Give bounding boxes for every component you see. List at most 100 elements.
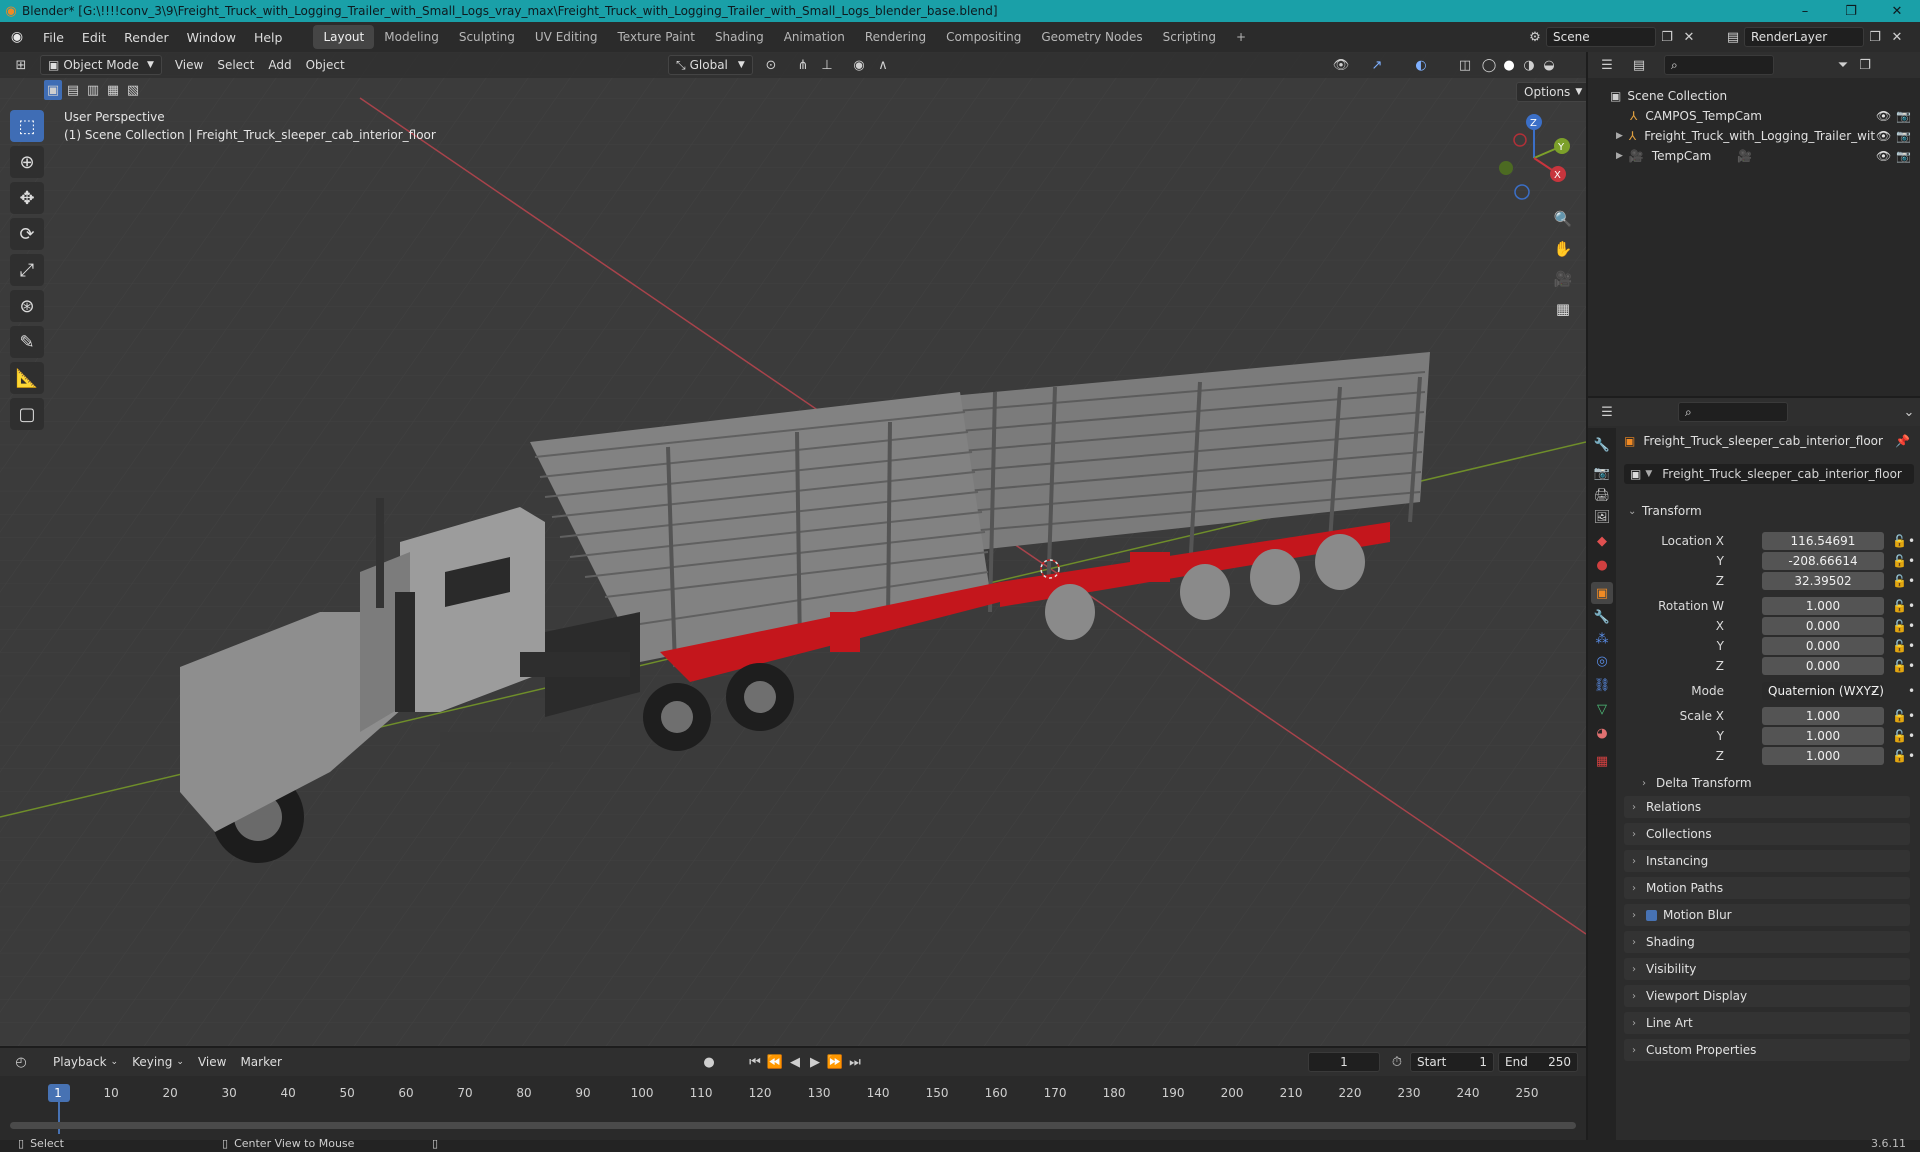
next-keyframe-icon[interactable]: ⏩ [824, 1052, 846, 1072]
tab-layout[interactable]: Layout [313, 25, 375, 49]
select-intersect-icon[interactable]: ▧ [124, 80, 142, 100]
visibility-icon[interactable]: 👁 [1330, 55, 1352, 75]
panel-instancing[interactable]: › Instancing [1624, 850, 1910, 872]
rotation-y-field[interactable]: 0.000 [1762, 637, 1884, 655]
outliner-row-campos[interactable]: ⅄ CAMPOS_TempCam 👁 📷 [1588, 106, 1920, 126]
location-x-field[interactable]: 116.54691 [1762, 532, 1884, 550]
solid-shading-icon[interactable]: ● [1498, 55, 1520, 75]
location-y-field[interactable]: -208.66614 [1762, 552, 1884, 570]
rotation-z-field[interactable]: 0.000 [1762, 657, 1884, 675]
minimize-button[interactable]: – [1782, 0, 1828, 22]
xray-icon[interactable]: ◫ [1454, 55, 1476, 75]
falloff-icon[interactable]: ∧ [872, 55, 894, 75]
lock-icon[interactable]: 🔓 [1892, 554, 1907, 568]
eye-icon[interactable]: 👁 [1876, 129, 1891, 143]
menu-help[interactable]: Help [245, 22, 292, 52]
transform-orientation-dropdown[interactable]: ⤡ Global ▼ [668, 55, 753, 75]
measure-tool-icon[interactable]: 📐 [10, 362, 44, 394]
timeline-scrollbar[interactable] [10, 1122, 1576, 1129]
expand-arrow-icon[interactable]: ▶ [1616, 131, 1623, 141]
select-box-tool-icon[interactable]: ⬚ [10, 110, 44, 142]
outliner-row-tempcam[interactable]: ▶ 🎥 TempCam 🎥 👁 📷 [1588, 146, 1920, 166]
select-invert-icon[interactable]: ▦ [104, 80, 122, 100]
overlays-icon[interactable]: ◐ [1410, 55, 1432, 75]
lock-icon[interactable]: 🔓 [1892, 619, 1907, 633]
tab-scripting[interactable]: Scripting [1153, 25, 1226, 49]
new-view-layer-icon[interactable]: ❐ [1864, 27, 1886, 47]
object-tab-icon[interactable]: ▣ [1591, 582, 1613, 604]
play-icon[interactable]: ▶ [804, 1052, 826, 1072]
tab-modeling[interactable]: Modeling [374, 25, 449, 49]
object-data-tab-icon[interactable]: ▽ [1591, 698, 1613, 720]
tab-uv-editing[interactable]: UV Editing [525, 25, 608, 49]
eye-icon[interactable]: 👁 [1876, 109, 1891, 123]
gizmo-toggle-icon[interactable]: ↗ [1366, 55, 1388, 75]
tab-animation[interactable]: Animation [774, 25, 855, 49]
panel-line-art[interactable]: › Line Art [1624, 1012, 1910, 1034]
play-reverse-icon[interactable]: ◀ [784, 1052, 806, 1072]
wireframe-shading-icon[interactable]: ◯ [1478, 55, 1500, 75]
keyframe-dot-icon[interactable]: • [1908, 659, 1915, 673]
menu-playback[interactable]: Playback ⌄ [46, 1052, 125, 1072]
panel-visibility[interactable]: › Visibility [1624, 958, 1910, 980]
scene-name-field[interactable]: Scene [1546, 27, 1656, 47]
3d-viewport[interactable]: ⊞ ▣ Object Mode ▼ View Select Add Object… [0, 52, 1586, 1046]
navigation-gizmo[interactable]: Z Y X [1490, 112, 1580, 202]
object-mode-dropdown[interactable]: ▣ Object Mode ▼ [40, 55, 162, 75]
select-extend-icon[interactable]: ▤ [64, 80, 82, 100]
keyframe-dot-icon[interactable]: • [1908, 599, 1915, 613]
render-camera-icon[interactable]: 📷 [1896, 149, 1911, 163]
view-layer-field[interactable]: RenderLayer [1744, 27, 1864, 47]
panel-motion-blur[interactable]: › Motion Blur [1624, 904, 1910, 926]
snap-icon[interactable]: ⋔ [792, 55, 814, 75]
menu-keying[interactable]: Keying ⌄ [125, 1052, 191, 1072]
select-subtract-icon[interactable]: ▥ [84, 80, 102, 100]
scale-y-field[interactable]: 1.000 [1762, 727, 1884, 745]
snap-target-icon[interactable]: ⊥ [816, 55, 838, 75]
end-frame-field[interactable]: End 250 [1498, 1052, 1578, 1072]
rendered-shading-icon[interactable]: ◒ [1538, 55, 1560, 75]
pan-hand-icon[interactable]: ✋ [1550, 236, 1576, 262]
menu-timeline-view[interactable]: View [191, 1052, 233, 1072]
view-layer-tab-icon[interactable]: 🖼 [1591, 506, 1613, 528]
tab-geometry-nodes[interactable]: Geometry Nodes [1031, 25, 1152, 49]
scene-selector-icon[interactable]: ⚙ [1524, 27, 1546, 47]
jump-start-icon[interactable]: ⏮ [744, 1052, 766, 1072]
render-camera-icon[interactable]: 📷 [1896, 129, 1911, 143]
tab-sculpting[interactable]: Sculpting [449, 25, 525, 49]
keyframe-dot-icon[interactable]: • [1908, 574, 1915, 588]
pin-icon[interactable]: 📌 [1895, 434, 1910, 448]
timeline-editor-icon[interactable]: ◴ [10, 1052, 32, 1072]
add-cube-tool-icon[interactable]: ▢ [10, 398, 44, 430]
menu-view[interactable]: View [168, 55, 210, 75]
tool-tab-icon[interactable]: 🔧 [1591, 434, 1613, 456]
keyframe-dot-icon[interactable]: • [1908, 684, 1915, 698]
delta-transform-header[interactable]: › Delta Transform [1642, 774, 1752, 792]
tab-rendering[interactable]: Rendering [855, 25, 936, 49]
stopwatch-icon[interactable]: ⏱ [1386, 1052, 1408, 1072]
menu-select[interactable]: Select [210, 55, 261, 75]
chevron-down-icon[interactable]: ⌄ [1898, 402, 1920, 422]
panel-custom-properties[interactable]: › Custom Properties [1624, 1039, 1910, 1061]
new-scene-icon[interactable]: ❐ [1656, 27, 1678, 47]
world-tab-icon[interactable]: ● [1591, 554, 1613, 576]
lock-icon[interactable]: 🔓 [1892, 639, 1907, 653]
keyframe-dot-icon[interactable]: • [1908, 729, 1915, 743]
panel-shading[interactable]: › Shading [1624, 931, 1910, 953]
lock-icon[interactable]: 🔓 [1892, 659, 1907, 673]
lock-icon[interactable]: 🔓 [1892, 709, 1907, 723]
material-shading-icon[interactable]: ◑ [1518, 55, 1540, 75]
display-mode-icon[interactable]: ▤ [1628, 55, 1650, 75]
keyframe-dot-icon[interactable]: • [1908, 639, 1915, 653]
annotate-tool-icon[interactable]: ✎ [10, 326, 44, 358]
particles-tab-icon[interactable]: ⁂ [1591, 628, 1613, 650]
menu-object[interactable]: Object [299, 55, 352, 75]
outliner-row-scene-collection[interactable]: ▣ Scene Collection [1588, 86, 1920, 106]
keyframe-dot-icon[interactable]: • [1908, 709, 1915, 723]
editor-type-icon[interactable]: ⊞ [10, 55, 32, 75]
pivot-point-icon[interactable]: ⊙ [760, 55, 782, 75]
add-workspace-button[interactable]: + [1226, 25, 1256, 49]
keyframe-dot-icon[interactable]: • [1908, 619, 1915, 633]
outliner-search-input[interactable]: ⌕ [1664, 55, 1774, 75]
modifier-tab-icon[interactable]: 🔧 [1591, 606, 1613, 628]
